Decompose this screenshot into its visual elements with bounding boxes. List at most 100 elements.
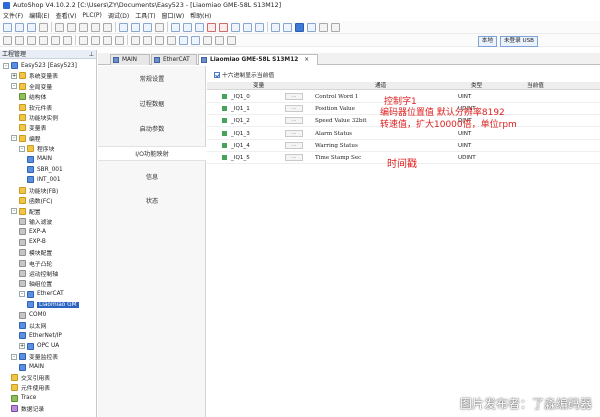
close-icon[interactable]: ×: [304, 57, 309, 63]
delete-col-icon[interactable]: [115, 35, 124, 45]
tree-node[interactable]: Trace: [11, 394, 36, 403]
tree-node[interactable]: INT_001: [27, 175, 61, 184]
contact-nc-icon[interactable]: [15, 35, 24, 45]
browse-variable-button[interactable]: ...: [285, 105, 303, 113]
pin-icon[interactable]: ⊥: [89, 50, 94, 59]
line-icon[interactable]: [63, 35, 72, 45]
lock-icon[interactable]: [319, 22, 328, 32]
tree-node[interactable]: 结构体: [19, 92, 46, 101]
tree-node[interactable]: + OPC UA: [19, 342, 59, 351]
tab-ethercat[interactable]: EtherCAT: [151, 54, 197, 65]
compile-icon[interactable]: [171, 22, 180, 32]
tree-node[interactable]: Liaomiao GM: [27, 300, 79, 309]
print-icon[interactable]: [39, 22, 48, 32]
browse-variable-button[interactable]: ...: [285, 117, 303, 125]
tree-node[interactable]: 变量表: [19, 123, 46, 132]
online-icon[interactable]: [243, 22, 252, 32]
tree-node[interactable]: 交叉引用表: [11, 373, 50, 382]
run-icon[interactable]: [195, 22, 204, 32]
local-button[interactable]: 本地: [477, 36, 497, 47]
tree-node[interactable]: - 编程: [11, 134, 41, 143]
table-icon[interactable]: [203, 35, 212, 45]
tree-node[interactable]: 电子凸轮: [19, 259, 52, 268]
tree-node[interactable]: 轴组位置: [19, 279, 52, 288]
collapse-icon[interactable]: -: [11, 135, 17, 142]
menu-edit[interactable]: 编辑(E): [29, 11, 49, 20]
stop-icon[interactable]: [207, 22, 216, 32]
menu-file[interactable]: 文件(F): [3, 11, 23, 20]
menu-tools[interactable]: 工具(T): [135, 11, 155, 20]
rising-edge-icon[interactable]: [131, 35, 140, 45]
menu-debug[interactable]: 调试(D): [108, 11, 129, 20]
tree-node[interactable]: + 系统变量表: [11, 71, 58, 80]
help-icon[interactable]: [295, 22, 304, 32]
collapse-icon[interactable]: -: [3, 62, 9, 69]
insert-row-icon[interactable]: [79, 35, 88, 45]
browse-variable-button[interactable]: ...: [285, 129, 303, 137]
tree-node[interactable]: - EtherCAT: [19, 290, 64, 299]
record-icon[interactable]: [219, 22, 228, 32]
settings-icon[interactable]: [307, 22, 316, 32]
grid-icon[interactable]: [331, 22, 340, 32]
tree-node[interactable]: 元件使用表: [11, 383, 50, 392]
comment-icon[interactable]: [167, 35, 176, 45]
tree-node[interactable]: EXP-A: [19, 227, 46, 236]
nav-info[interactable]: 信息: [98, 170, 206, 185]
zoom-out-icon[interactable]: [283, 22, 292, 32]
step-icon[interactable]: [231, 22, 240, 32]
branch-icon[interactable]: [51, 35, 60, 45]
copy-icon[interactable]: [67, 22, 76, 32]
browse-variable-button[interactable]: ...: [285, 154, 303, 161]
download-icon[interactable]: [131, 22, 140, 32]
variable-icon[interactable]: [191, 35, 200, 45]
tree-node[interactable]: MAIN: [27, 155, 52, 164]
tree-node[interactable]: - 变量监控表: [11, 352, 58, 361]
tree-node[interactable]: - 全局变量: [11, 82, 52, 91]
tree-node[interactable]: - 配置: [11, 207, 41, 216]
cut-icon[interactable]: [55, 22, 64, 32]
paste-icon[interactable]: [79, 22, 88, 32]
tree-node[interactable]: 函数(FC): [19, 196, 53, 205]
expand-icon[interactable]: +: [11, 72, 17, 79]
undo-icon[interactable]: [91, 22, 100, 32]
tree-node[interactable]: 模块配置: [19, 248, 52, 257]
insert-col-icon[interactable]: [103, 35, 112, 45]
tree-node[interactable]: - Easy523 [Easy523]: [3, 61, 77, 70]
tree-node[interactable]: SBR_001: [27, 165, 63, 174]
menu-view[interactable]: 查看(V): [56, 11, 77, 20]
tree-node[interactable]: 数据记录: [11, 404, 44, 413]
falling-edge-icon[interactable]: [143, 35, 152, 45]
collapse-icon[interactable]: -: [11, 83, 17, 90]
open-file-icon[interactable]: [15, 22, 24, 32]
nav-startup-params[interactable]: 启动参数: [98, 122, 206, 137]
tree-node[interactable]: 输入滤波: [19, 217, 52, 226]
menu-window[interactable]: 窗口(W): [162, 11, 185, 20]
tab-main[interactable]: MAIN: [110, 54, 150, 65]
function-icon[interactable]: [39, 35, 48, 45]
browse-variable-button[interactable]: ...: [285, 93, 303, 100]
tree-node[interactable]: MAIN: [19, 363, 44, 372]
contact-no-icon[interactable]: [3, 35, 12, 45]
delete-row-icon[interactable]: [91, 35, 100, 45]
tree-node[interactable]: EtherNet/IP: [19, 331, 62, 340]
compare-icon[interactable]: [155, 22, 164, 32]
redo-icon[interactable]: [103, 22, 112, 32]
tree-node[interactable]: 功能块(FB): [19, 186, 58, 195]
zoom-in-icon[interactable]: [271, 22, 280, 32]
tree-node[interactable]: 软元件表: [19, 103, 52, 112]
menu-help[interactable]: 帮助(H): [190, 11, 211, 20]
expand-icon[interactable]: +: [19, 343, 25, 350]
collapse-icon[interactable]: -: [11, 208, 17, 215]
tab-device[interactable]: Liaomiao GME-58L S13M12 ×: [198, 54, 318, 65]
menu-plc[interactable]: PLC(P): [82, 12, 101, 19]
list-icon[interactable]: [215, 35, 224, 45]
offline-icon[interactable]: [255, 22, 264, 32]
nav-general-settings[interactable]: 常规设置: [98, 72, 206, 87]
collapse-icon[interactable]: -: [19, 291, 25, 298]
collapse-icon[interactable]: -: [11, 353, 17, 360]
new-file-icon[interactable]: [3, 22, 12, 32]
tree-node[interactable]: 功能块实例: [19, 113, 58, 122]
nav-status[interactable]: 状态: [98, 194, 206, 209]
upload-icon[interactable]: [143, 22, 152, 32]
monitor-icon[interactable]: [183, 22, 192, 32]
